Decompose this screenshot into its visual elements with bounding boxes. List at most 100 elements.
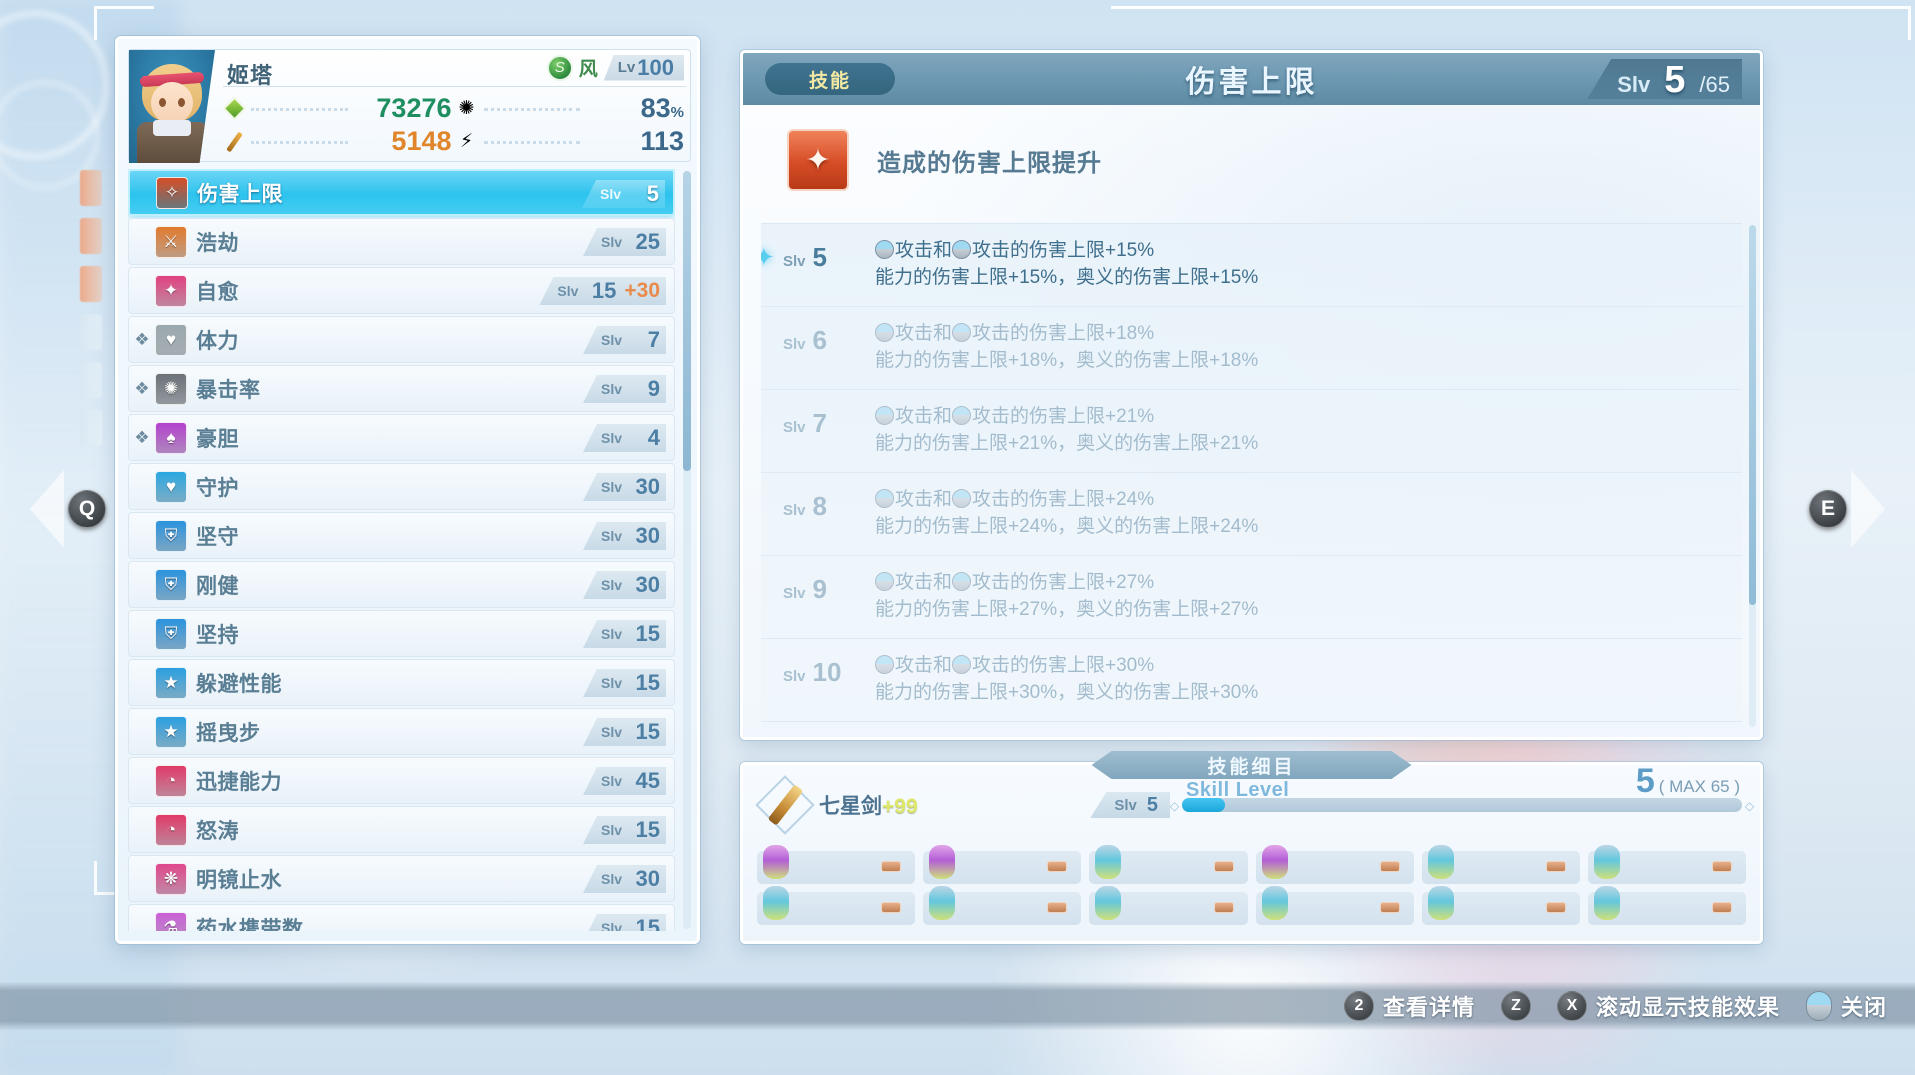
prev-character-nav[interactable]: Q — [30, 470, 106, 548]
skill-level-label: Slv — [600, 381, 622, 397]
skill-level-bar[interactable]: Skill Level 5 ( MAX 65 ) ◇ ◇ — [1170, 762, 1754, 813]
skill-level-value: 15 — [591, 278, 617, 303]
character-level: Lv 100 — [603, 54, 684, 81]
effect-line-2: 能力的伤害上限+30%，奥义的伤害上限+30% — [875, 681, 1259, 703]
skill-effect-scrollbar[interactable] — [1749, 225, 1756, 727]
skill-level-badge: Slv 15 — [582, 669, 666, 697]
skill-level-label: Slv — [600, 920, 622, 931]
side-tab[interactable] — [80, 170, 102, 206]
skill-level-value: 5 — [646, 181, 659, 206]
bar-cap-left-icon: ◇ — [1169, 799, 1180, 813]
skill-level-value: 30 — [635, 572, 660, 597]
skill-list-item-6[interactable]: ♥ 守护 Slv 30 — [128, 463, 675, 510]
skill-level-label: Slv — [600, 479, 622, 495]
key-q-button[interactable]: Q — [68, 490, 106, 528]
skill-list-item-8[interactable]: ⛨ 刚健 Slv 30 — [128, 561, 675, 608]
command-item-1[interactable]: Z — [1500, 991, 1531, 1021]
side-tab[interactable] — [80, 362, 102, 398]
locked-icon: ❖ — [134, 427, 150, 447]
mouse-right-icon — [952, 571, 972, 591]
effect-text: 攻击和 攻击的伤害上限+30% 能力的伤害上限+30%，奥义的伤害上限+30% — [875, 653, 1258, 707]
side-tab-strip — [80, 170, 102, 458]
skill-gem-icon — [1095, 845, 1122, 879]
skill-list-item-10[interactable]: ★ 躲避性能 Slv 15 — [128, 659, 675, 706]
skill-gem-icon — [1593, 886, 1620, 920]
skill-list-scrollbar[interactable] — [683, 171, 691, 929]
skill-detail-slot-0-4[interactable] — [1421, 845, 1580, 884]
skill-level-value: 25 — [635, 229, 660, 254]
command-item-2[interactable]: X 滚动显示技能效果 — [1556, 990, 1780, 1022]
next-character-nav[interactable]: E — [1809, 470, 1885, 548]
side-tab[interactable] — [80, 218, 102, 254]
skill-list-item-7[interactable]: ⛨ 坚守 Slv 30 — [128, 512, 675, 559]
skill-name: 坚持 — [196, 623, 239, 647]
skill-level-bar-track[interactable] — [1182, 798, 1742, 812]
skill-detail-slot-0-3[interactable] — [1255, 845, 1414, 884]
command-item-3[interactable]: 关闭 — [1805, 990, 1887, 1022]
skill-slot-empty-icon — [1213, 902, 1234, 913]
skill-list-item-2[interactable]: ✦ 自愈 Slv 15 +30 — [128, 267, 675, 314]
skill-detail-slot-1-2[interactable] — [1089, 886, 1248, 925]
mouse-icon — [1805, 991, 1832, 1021]
skill-list-item-13[interactable]: ◔ 怒涛 Slv 15 — [128, 806, 675, 853]
skill-detail-slot-1-4[interactable] — [1421, 886, 1580, 925]
skill-level-badge: Slv 45 — [582, 767, 666, 795]
skill-list-item-14[interactable]: ❋ 明镜止水 Slv 30 — [128, 855, 675, 902]
skill-list-item-0[interactable]: ✧ 伤害上限 Slv 5 — [128, 169, 675, 216]
skill-effect-scroll-thumb[interactable] — [1749, 225, 1756, 605]
skill-level-label: Slv — [600, 430, 622, 446]
skill-name: 摇曳步 — [196, 721, 261, 745]
skill-detail-slot-1-0[interactable] — [757, 886, 916, 925]
command-item-0[interactable]: 2 查看详情 — [1343, 990, 1475, 1022]
skill-list-item-3[interactable]: ❖ ♥ 体力 Slv 7 — [128, 316, 675, 363]
skill-gem-icon — [1261, 845, 1288, 879]
skill-list-item-5[interactable]: ❖ ♠ 豪胆 Slv 4 — [128, 414, 675, 461]
effect-level: Slv 5 — [783, 238, 875, 273]
skill-list-item-1[interactable]: ⚔ 浩劫 Slv 25 — [128, 218, 675, 265]
skill-list[interactable]: ✧ 伤害上限 Slv 5 ⚔ 浩劫 Slv 25 ✦ 自愈 Slv 15 +30 ❖ ♥ 体力 Slv 7 ❖ ✺ 暴击… — [128, 169, 675, 931]
burst-sword-icon: ✦ — [787, 129, 849, 191]
skill-detail-slot-0-1[interactable] — [923, 845, 1082, 884]
skill-list-item-11[interactable]: ★ 摇曳步 Slv 15 — [128, 708, 675, 755]
skill-detail-slot-0-0[interactable] — [757, 845, 916, 884]
skill-level-max: /65 — [1699, 72, 1730, 97]
skill-level-value: 30 — [635, 866, 660, 891]
skill-slot-empty-icon — [1379, 861, 1400, 872]
skill-slot-empty-icon — [1213, 861, 1234, 872]
skill-detail-slot-1-3[interactable] — [1255, 886, 1414, 925]
side-tab[interactable] — [80, 266, 102, 302]
effect-line-1: 攻击和 攻击的伤害上限+27% — [875, 570, 1258, 597]
effect-line-1: 攻击和 攻击的伤害上限+24% — [875, 487, 1258, 514]
key-e-button[interactable]: E — [1809, 490, 1847, 528]
mouse-left-icon — [875, 488, 894, 508]
effect-level-value: 7 — [812, 407, 827, 438]
skill-list-item-15[interactable]: ⚗ 药水携带数 Slv 15 — [128, 904, 675, 931]
effect-text: 攻击和 攻击的伤害上限+15% 能力的伤害上限+15%，奥义的伤害上限+15% — [875, 238, 1258, 292]
skill-list-item-9[interactable]: ⛨ 坚持 Slv 15 — [128, 610, 675, 657]
character-card[interactable]: 姬塔 风 Lv 100 73276 — [128, 49, 691, 163]
skill-gem-icon — [1427, 886, 1454, 920]
effect-line-1b: 攻击的伤害上限+21% — [972, 405, 1155, 427]
skill-level-label: Slv — [600, 773, 622, 789]
skill-detail-slot-1-1[interactable] — [923, 886, 1082, 925]
skill-list-scroll-thumb[interactable] — [683, 171, 691, 471]
skill-detail-slot-0-2[interactable] — [1089, 845, 1248, 884]
skill-name: 守护 — [196, 476, 239, 500]
side-tab[interactable] — [80, 314, 102, 350]
skill-detail-grid[interactable] — [757, 845, 1747, 933]
skill-slot-empty-icon — [1047, 861, 1068, 872]
skill-list-item-4[interactable]: ❖ ✺ 暴击率 Slv 9 — [128, 365, 675, 412]
skill-slot-empty-icon — [1712, 861, 1733, 872]
locked-icon: ❖ — [134, 378, 150, 398]
key-z-icon: Z — [1500, 991, 1531, 1021]
skill-effect-list[interactable]: ✦Slv5攻击和攻击的伤害上限+15%能力的伤害上限+15%，奥义的伤害上限+1… — [761, 223, 1742, 729]
double-attack-icon: ⚡ — [459, 131, 474, 152]
skill-level-label: Slv — [600, 822, 622, 838]
command-bar: 2 查看详情 Z X 滚动显示技能效果 关闭 — [0, 982, 1915, 1030]
skill-name: 怒涛 — [196, 819, 239, 843]
side-tab[interactable] — [80, 410, 102, 446]
skill-detail-slot-0-5[interactable] — [1587, 845, 1747, 884]
skill-list-item-12[interactable]: ◔ 迅捷能力 Slv 45 — [128, 757, 675, 804]
sparkle-icon: ✦ — [155, 274, 187, 307]
skill-detail-slot-1-5[interactable] — [1587, 886, 1747, 925]
